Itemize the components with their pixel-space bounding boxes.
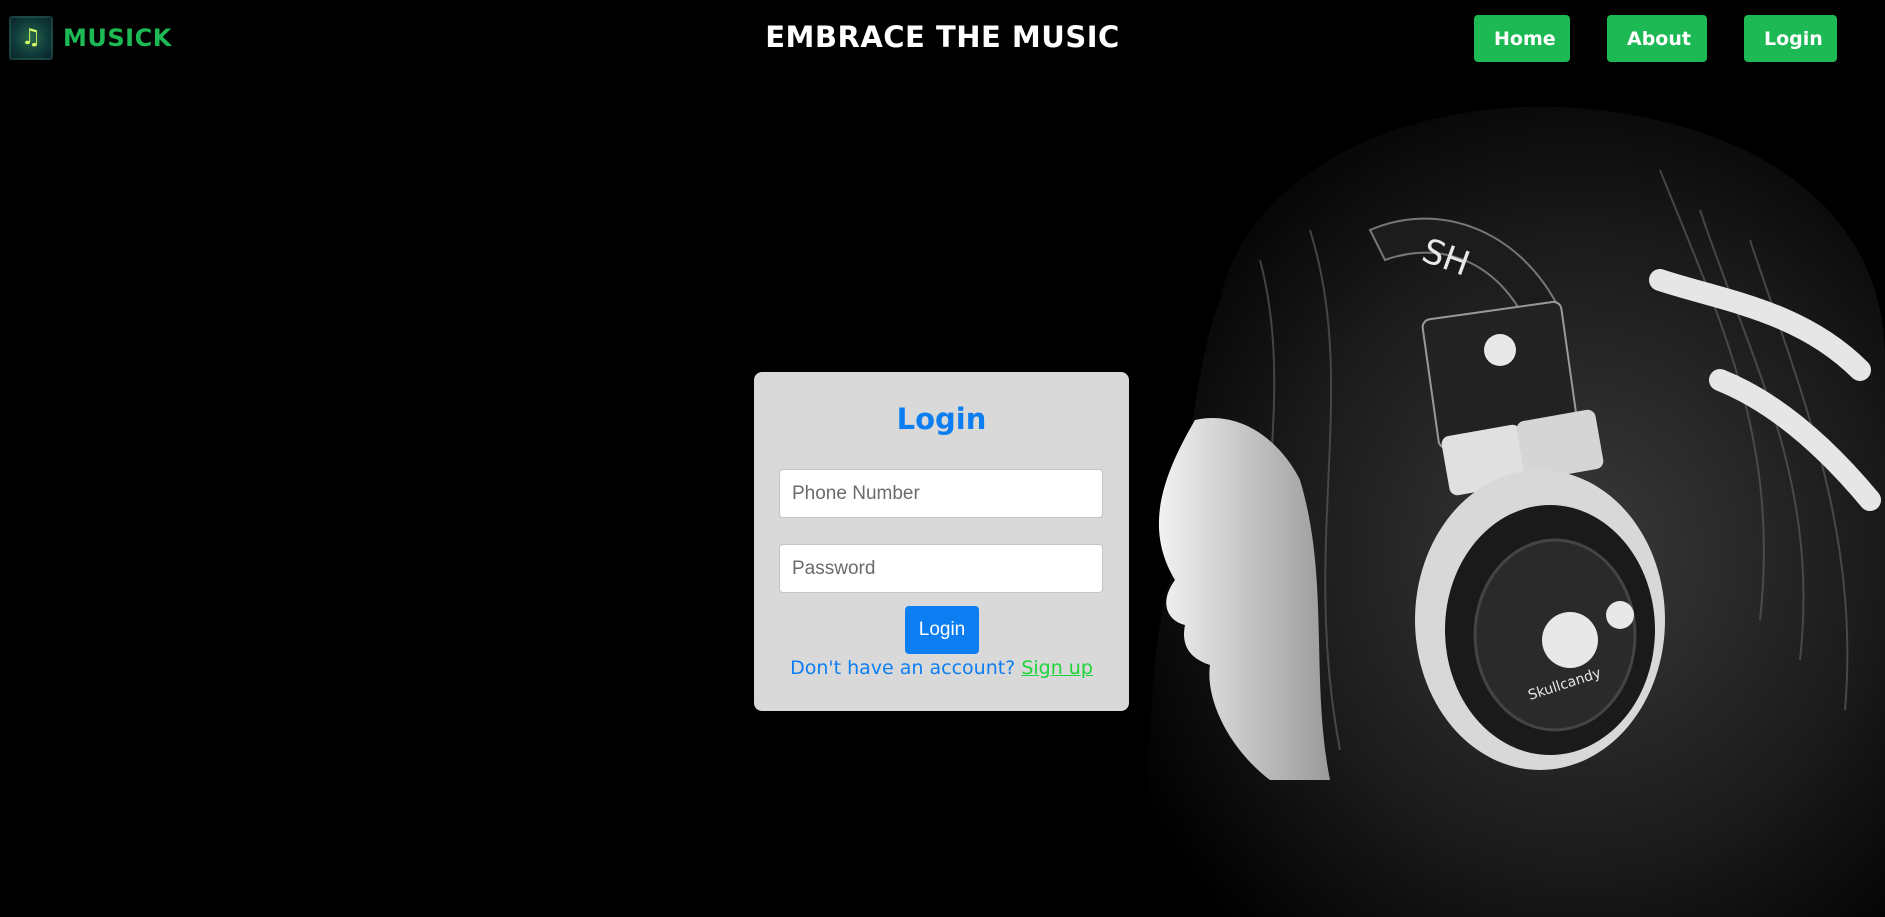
background-photo: SH Skullcandy xyxy=(1120,106,1885,917)
about-button[interactable]: About xyxy=(1607,15,1707,62)
password-input[interactable] xyxy=(779,544,1103,593)
page: SH Skullcandy ♫ MUSICK EMBRACE THE MUSIC… xyxy=(0,0,1885,917)
login-title: Login xyxy=(896,402,987,436)
signup-prompt: Don't have an account? xyxy=(790,657,1016,679)
signup-link[interactable]: Sign up xyxy=(1021,657,1093,679)
login-submit-button[interactable]: Login xyxy=(905,606,979,654)
nav-links: Home About Login xyxy=(1474,15,1837,62)
signup-row: Don't have an account? Sign up xyxy=(754,657,1129,679)
nav-login-button[interactable]: Login xyxy=(1744,15,1837,62)
login-card: Login Login Don't have an account? Sign … xyxy=(754,372,1129,711)
navbar: ♫ MUSICK EMBRACE THE MUSIC Home About Lo… xyxy=(0,0,1885,78)
phone-number-input[interactable] xyxy=(779,469,1103,518)
home-button[interactable]: Home xyxy=(1474,15,1570,62)
